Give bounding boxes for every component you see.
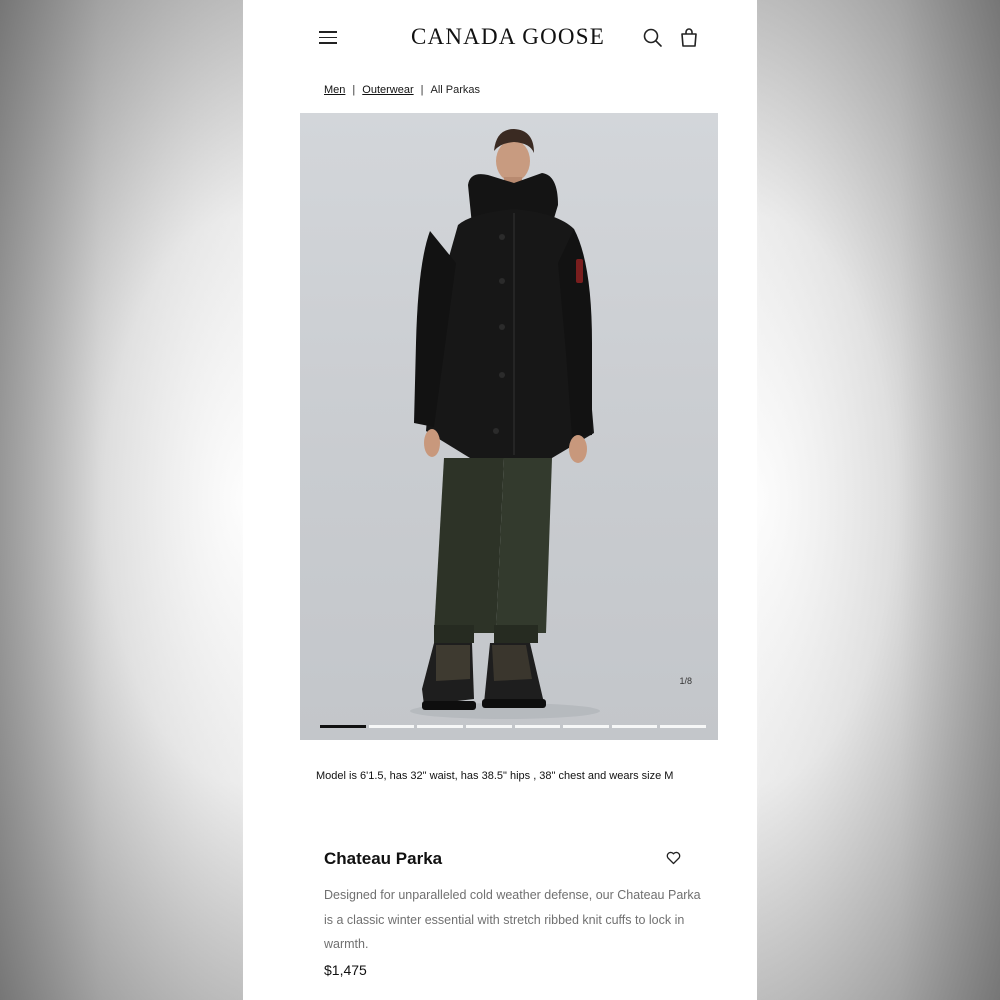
carousel-dot-2[interactable] (368, 725, 415, 728)
breadcrumb-current: All Parkas (430, 84, 481, 96)
shopping-bag-icon[interactable] (679, 27, 699, 49)
product-image-carousel[interactable]: 1/8 (300, 113, 718, 740)
carousel-dot-5[interactable] (514, 725, 561, 728)
product-image-model (410, 129, 600, 719)
breadcrumb: Men | Outerwear | All Parkas (324, 84, 480, 96)
carousel-progress-indicator (320, 725, 706, 728)
breadcrumb-separator: | (420, 84, 424, 96)
background-blur-left (0, 0, 243, 1000)
breadcrumb-separator: | (352, 84, 356, 96)
image-counter: 1/8 (679, 676, 692, 686)
breadcrumb-link-outerwear[interactable]: Outerwear (362, 84, 413, 96)
breadcrumb-link-men[interactable]: Men (324, 84, 345, 96)
brand-logo[interactable]: CANADA GOOSE (383, 24, 633, 50)
carousel-dot-8[interactable] (660, 725, 706, 728)
mobile-product-page: CANADA GOOSE Men | Outerwear | All Parkas (243, 0, 757, 1000)
product-description: Designed for unparalleled cold weather d… (324, 888, 701, 951)
carousel-dot-3[interactable] (417, 725, 463, 728)
heart-icon[interactable] (666, 851, 681, 865)
background-blur-right (757, 0, 1000, 1000)
model-size-info: Model is 6'1.5, has 32" waist, has 38.5"… (316, 770, 674, 782)
carousel-dot-7[interactable] (611, 725, 658, 728)
carousel-dot-6[interactable] (563, 725, 609, 728)
product-title: Chateau Parka (324, 849, 443, 868)
carousel-dot-4[interactable] (465, 725, 512, 728)
carousel-dot-1[interactable] (320, 725, 366, 728)
product-price: $1,475 (324, 962, 367, 978)
hamburger-menu-icon[interactable] (319, 28, 339, 46)
search-icon[interactable] (642, 27, 664, 49)
